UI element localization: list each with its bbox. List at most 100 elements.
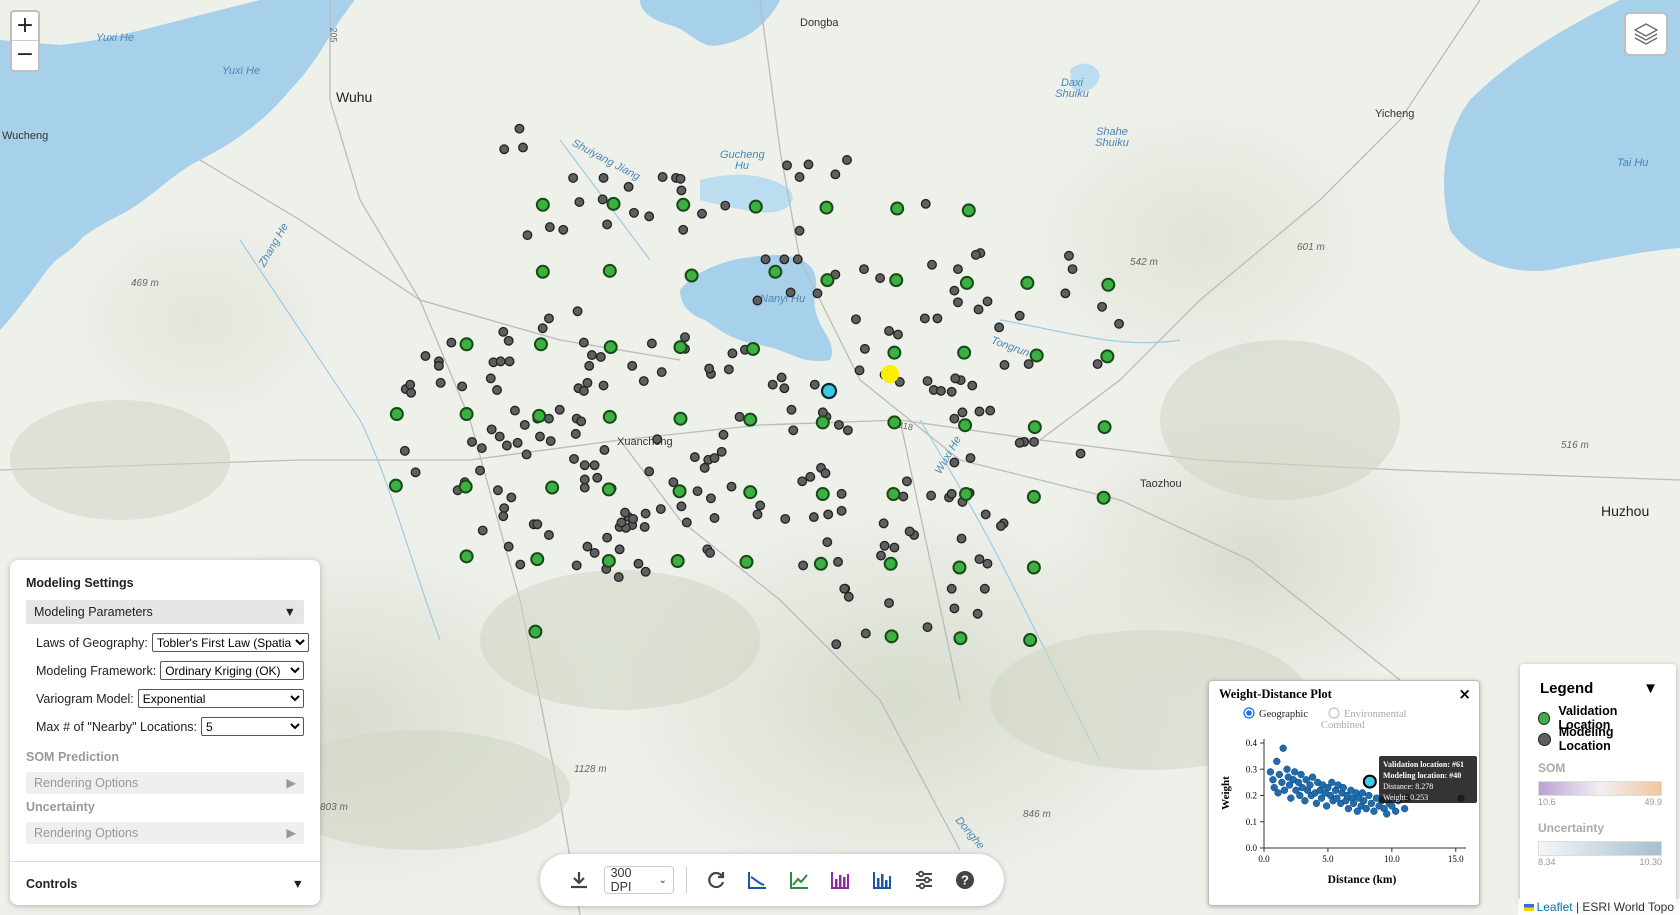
weight-point[interactable] [1367,799,1376,808]
weight-point[interactable] [1370,807,1378,815]
refresh-button[interactable] [695,869,737,891]
modeling-point[interactable] [681,517,692,528]
modeling-point[interactable] [574,197,585,208]
variogram-button[interactable] [736,869,778,891]
modeling-point[interactable] [808,512,819,523]
modeling-point[interactable] [514,123,525,134]
modeling-point[interactable] [767,379,778,390]
bar-chart-blue-button[interactable] [861,869,903,891]
radio-environmental[interactable]: Environmental [1328,707,1406,720]
modeling-point[interactable] [628,513,639,524]
modeling-point[interactable] [521,449,532,460]
validation-point[interactable] [602,409,617,424]
validation-point[interactable] [673,340,688,355]
modeling-point[interactable] [805,471,816,482]
modeling-point[interactable] [571,560,582,571]
modeling-point[interactable] [831,639,842,650]
modeling-point[interactable] [859,264,869,275]
modeling-point[interactable] [598,380,609,391]
modeling-point[interactable] [499,144,510,155]
download-button[interactable] [558,869,600,891]
modeling-point[interactable] [902,476,912,487]
modeling-point[interactable] [982,296,993,307]
modeling-point[interactable] [953,297,963,308]
modeling-point[interactable] [979,583,990,594]
zoom-in-button[interactable]: + [12,12,38,41]
modeling-point[interactable] [709,453,720,463]
modeling-point[interactable] [589,547,600,558]
weight-point[interactable] [1322,802,1331,810]
validation-point[interactable] [603,340,618,355]
modeling-point[interactable] [569,453,579,464]
modeling-point[interactable] [723,364,734,375]
validation-point[interactable] [676,197,691,212]
modeling-point[interactable] [1067,264,1078,275]
modeling-point[interactable] [519,419,530,430]
zoom-out-button[interactable]: − [12,41,38,70]
validation-point[interactable] [535,264,550,279]
modeling-point[interactable] [889,542,900,553]
validation-point[interactable] [887,415,902,430]
modeling-point[interactable] [476,443,487,454]
modeling-point[interactable] [592,472,603,483]
modeling-point[interactable] [927,259,937,270]
modeling-point[interactable] [839,583,850,594]
weight-distance-chart[interactable]: Geographic Environmental Combined 0.0 0.1… [1209,681,1481,907]
modeling-point[interactable] [1029,436,1039,447]
validation-point[interactable] [748,199,763,214]
validation-point[interactable] [813,556,828,571]
weight-point[interactable] [1349,799,1358,808]
validation-point[interactable] [535,197,550,212]
modeling-point[interactable] [655,504,666,514]
modeling-point[interactable] [704,363,715,374]
modeling-point[interactable] [755,500,766,511]
modeling-point[interactable] [904,526,915,537]
validation-point[interactable] [743,485,758,500]
modeling-point[interactable] [786,404,797,415]
modeling-point[interactable] [504,356,515,367]
validation-point[interactable] [458,479,473,494]
modeling-point[interactable] [406,387,417,398]
validation-point[interactable] [1020,275,1035,290]
modeling-point[interactable] [833,419,844,430]
modeling-point[interactable] [820,468,831,479]
modeling-point[interactable] [582,541,593,552]
modeling-point[interactable] [1014,437,1025,448]
modeling-point[interactable] [893,329,903,340]
modeling-point[interactable] [792,254,803,265]
modeling-point[interactable] [953,264,963,275]
modeling-point[interactable] [554,404,565,415]
modeling-point[interactable] [950,373,961,384]
modeling-point[interactable] [578,385,589,396]
weight-point[interactable] [1344,804,1353,813]
modeling-point[interactable] [572,306,583,317]
modeling-point[interactable] [410,467,421,478]
modeling-point[interactable] [859,343,870,354]
validation-point[interactable] [1026,489,1041,504]
weight-point[interactable] [1269,776,1277,784]
modeling-point[interactable] [467,436,477,447]
weight-point[interactable] [1360,797,1368,805]
modeling-point[interactable] [946,386,957,397]
modeling-point[interactable] [999,360,1010,370]
modeling-point[interactable] [602,219,613,230]
weight-point[interactable] [1362,804,1370,813]
modeling-point[interactable] [576,416,587,427]
modeling-point[interactable] [640,508,651,519]
modeling-point[interactable] [477,525,488,536]
zoom-control[interactable]: + − [10,10,40,72]
weight-point[interactable] [1287,794,1295,802]
weight-point[interactable] [1312,799,1321,808]
modeling-point[interactable] [638,376,649,387]
weight-point[interactable] [1328,778,1336,787]
validation-point[interactable] [884,629,899,644]
validation-point[interactable] [533,337,548,352]
validation-point[interactable] [459,407,474,422]
validation-point[interactable] [958,487,973,502]
modeling-point[interactable] [970,249,981,260]
modeling-point[interactable] [697,208,707,219]
legend-header[interactable]: Legend ▼ [1530,674,1666,705]
weight-point[interactable] [1365,791,1373,800]
modeling-point[interactable] [457,381,468,392]
validation-point[interactable] [601,482,616,497]
